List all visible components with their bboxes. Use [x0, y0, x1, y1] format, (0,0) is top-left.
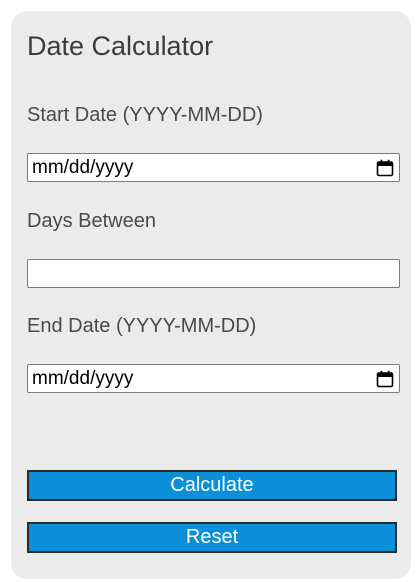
reset-button[interactable]: Reset [27, 522, 397, 553]
end-date-value: mm/dd/yyyy [32, 368, 134, 389]
start-date-label: Start Date (YYYY-MM-DD) [27, 104, 263, 126]
calendar-icon[interactable] [376, 159, 394, 177]
page-title: Date Calculator [27, 31, 214, 61]
start-date-input[interactable]: mm/dd/yyyy [27, 153, 400, 182]
start-date-value: mm/dd/yyyy [32, 157, 134, 178]
end-date-input[interactable]: mm/dd/yyyy [27, 364, 400, 393]
calendar-icon[interactable] [376, 370, 394, 388]
calculate-button[interactable]: Calculate [27, 470, 397, 501]
days-between-input[interactable] [27, 259, 400, 288]
date-calculator-card: Date Calculator Start Date (YYYY-MM-DD) … [11, 11, 411, 579]
days-between-label: Days Between [27, 210, 156, 232]
end-date-label: End Date (YYYY-MM-DD) [27, 315, 257, 337]
